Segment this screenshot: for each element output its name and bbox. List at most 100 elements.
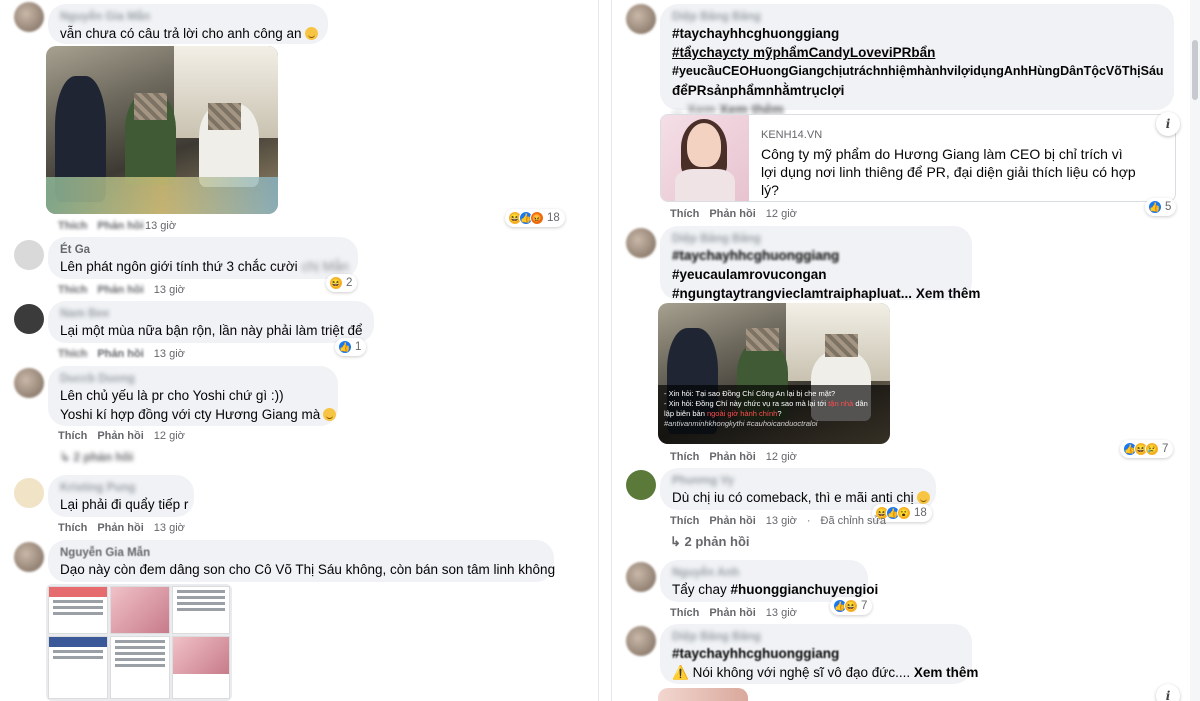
reply-link[interactable]: Phản hồi <box>97 220 143 232</box>
hashtag-link[interactable]: #yeucaulamrovucongan <box>672 265 960 284</box>
like-link[interactable]: Thích <box>670 451 699 463</box>
like-link[interactable]: Thích <box>670 515 699 527</box>
avatar[interactable] <box>626 562 656 592</box>
reply-link[interactable]: Phản hồi <box>709 451 755 463</box>
comment-bubble: Diệp Băng Băng #taychayhhcghuonggiang #y… <box>660 226 980 303</box>
timestamp[interactable]: 13 giờ <box>154 348 185 360</box>
hashtag-link[interactable]: #tẩychaycty mỹphẩmCandyLoveviPRbẩn <box>672 43 1162 62</box>
hashtag-link[interactable]: #huonggianchuyengioi <box>731 582 879 597</box>
like-link[interactable]: Thích <box>670 208 699 220</box>
comment-actions: Thích Phản hồi 13 giờ · Đã chỉnh sửa <box>670 515 886 527</box>
commenter-name[interactable]: Diệp Băng Băng <box>672 10 1162 24</box>
like-link[interactable]: Thích <box>670 607 699 619</box>
commenter-name[interactable]: Kristing Pung <box>60 481 182 495</box>
hashtag-link[interactable]: #taychayhhcghuonggiang <box>672 246 960 265</box>
commenter-name[interactable]: Nguyễn Anh <box>672 566 856 580</box>
reply-link[interactable]: Phản hồi <box>97 522 143 534</box>
reply-link[interactable]: Phản hồi <box>97 284 143 296</box>
reply-link[interactable]: Phản hồi <box>709 607 755 619</box>
reply-link[interactable]: Phản hồi <box>709 208 755 220</box>
timestamp[interactable]: 13 giờ <box>145 220 176 232</box>
smile-icon <box>304 27 318 40</box>
timestamp[interactable]: 13 giờ <box>154 522 185 534</box>
like-link[interactable]: Thích <box>58 284 87 296</box>
commenter-name[interactable]: Nguyễn Gia Mẫn <box>60 10 316 24</box>
timestamp[interactable]: 13 giờ <box>766 515 797 527</box>
avatar[interactable] <box>14 368 44 398</box>
commenter-name[interactable]: Nguyễn Gia Mẫn <box>60 546 542 560</box>
photo-caption: - Xin hỏi: Tại sao Đồng Chí Công An lại … <box>658 384 890 444</box>
scrollbar-track[interactable] <box>1190 0 1200 701</box>
comment-bubble: Nguyễn Anh Tẩy chay #huonggianchuyengioi <box>660 560 879 602</box>
like-link[interactable]: Thích <box>58 522 87 534</box>
view-replies-link[interactable]: ↳ 2 phản hồi <box>670 534 750 550</box>
comment-text: Tẩy chay #huonggianchuyengioi <box>672 582 879 597</box>
comment-actions: Thích Phản hồi 13 giờ <box>670 607 797 619</box>
sad-icon: 😢 <box>1145 442 1159 456</box>
reaction-summary[interactable]: 👍 😆 7 <box>830 597 873 615</box>
commenter-name[interactable]: Duccb Duong <box>60 372 326 386</box>
commenter-name[interactable]: Diệp Băng Băng <box>672 232 960 246</box>
reaction-summary[interactable]: 😆 2 <box>326 274 358 292</box>
hashtag-link[interactable]: đểPRsảnphẩmnhằmtrụclợi <box>672 81 1162 100</box>
reaction-count: 5 <box>1165 201 1172 213</box>
reply-link[interactable]: Phản hồi <box>97 430 143 442</box>
avatar[interactable] <box>626 626 656 656</box>
wow-icon: 😮 <box>897 506 911 520</box>
timestamp[interactable]: 12 giờ <box>154 430 185 442</box>
comment-text: vẫn chưa có câu trả lời cho anh công an <box>60 24 318 43</box>
info-icon[interactable]: i <box>1156 684 1180 701</box>
avatar[interactable] <box>14 240 44 270</box>
commenter-name[interactable]: Ét Ga <box>60 243 346 257</box>
reaction-count: 1 <box>355 341 362 353</box>
commenter-name[interactable]: Phương Vy <box>672 474 924 488</box>
avatar[interactable] <box>14 542 44 572</box>
avatar[interactable] <box>14 478 44 508</box>
reply-link[interactable]: Phản hồi <box>709 515 755 527</box>
comment-photo[interactable] <box>658 688 748 701</box>
reaction-count: 18 <box>914 507 927 519</box>
like-link[interactable]: Thích <box>58 348 87 360</box>
link-preview-card[interactable]: KENH14.VN Công ty mỹ phẩm do Hương Giang… <box>660 114 1176 202</box>
hashtag-link[interactable]: #yeucầuCEOHuongGiangchịutráchnhiệmhànhvi… <box>672 62 1164 81</box>
avatar[interactable] <box>626 470 656 500</box>
avatar[interactable] <box>626 228 656 258</box>
like-link[interactable]: Thích <box>58 220 87 232</box>
reaction-summary[interactable]: 😆 👍 😡 18 <box>505 209 565 227</box>
commenter-name[interactable]: Diệp Băng Băng <box>672 630 960 644</box>
reaction-summary[interactable]: 👍 😆 😢 7 <box>1120 440 1174 458</box>
info-icon[interactable]: i <box>1156 112 1180 136</box>
timestamp[interactable]: 12 giờ <box>766 208 797 220</box>
like-link[interactable]: Thích <box>58 430 87 442</box>
timestamp[interactable]: 13 giờ <box>766 607 797 619</box>
hashtag-link[interactable]: #taychayhhcghuonggiang <box>672 24 1162 43</box>
avatar[interactable] <box>626 4 656 34</box>
commenter-name[interactable]: Nam Bee <box>60 307 362 321</box>
see-more-link[interactable]: Xem thêm <box>916 286 981 301</box>
warning-icon: ⚠️ <box>672 665 689 680</box>
comment-text-line: Yoshi kí hợp đồng với cty Hương Giang mà <box>60 405 337 424</box>
avatar[interactable] <box>14 304 44 334</box>
reaction-summary[interactable]: 👍 1 <box>335 338 367 356</box>
link-thumbnail <box>661 115 749 201</box>
angry-icon: 😡 <box>530 211 544 225</box>
comment-actions: Thích Phản hồi 13 giờ <box>58 522 185 534</box>
hashtag-link[interactable]: #ngungtaytrangvieclamtraiphapluat... <box>672 286 912 301</box>
view-replies-link[interactable]: ↳ 2 phản hồi <box>60 450 133 464</box>
reaction-summary[interactable]: 👍 5 <box>1145 198 1177 216</box>
timestamp[interactable]: 12 giờ <box>766 451 797 463</box>
comment-photo[interactable] <box>46 46 278 214</box>
comment-bubble: Nguyễn Gia Mẫn Dạo này còn đem dâng son … <box>48 540 555 582</box>
comment-photo[interactable] <box>46 584 232 701</box>
avatar[interactable] <box>14 2 44 32</box>
comment-text: #ngungtaytrangvieclamtraiphapluat... Xem… <box>672 284 980 303</box>
scrollbar-thumb[interactable] <box>1192 40 1198 100</box>
comment-photo[interactable]: - Xin hỏi: Tại sao Đồng Chí Công An lại … <box>658 303 890 444</box>
hashtag-link[interactable]: #taychayhhcghuonggiang <box>672 644 960 663</box>
timestamp[interactable]: 13 giờ <box>154 284 185 296</box>
reaction-count: 7 <box>861 600 868 612</box>
comment-text: Lại phải đi quẩy tiếp r <box>60 497 189 512</box>
comment-actions: Thích Phản hồi 12 giờ <box>670 208 797 220</box>
see-more-link[interactable]: Xem thêm <box>914 665 979 680</box>
reply-link[interactable]: Phản hồi <box>97 348 143 360</box>
